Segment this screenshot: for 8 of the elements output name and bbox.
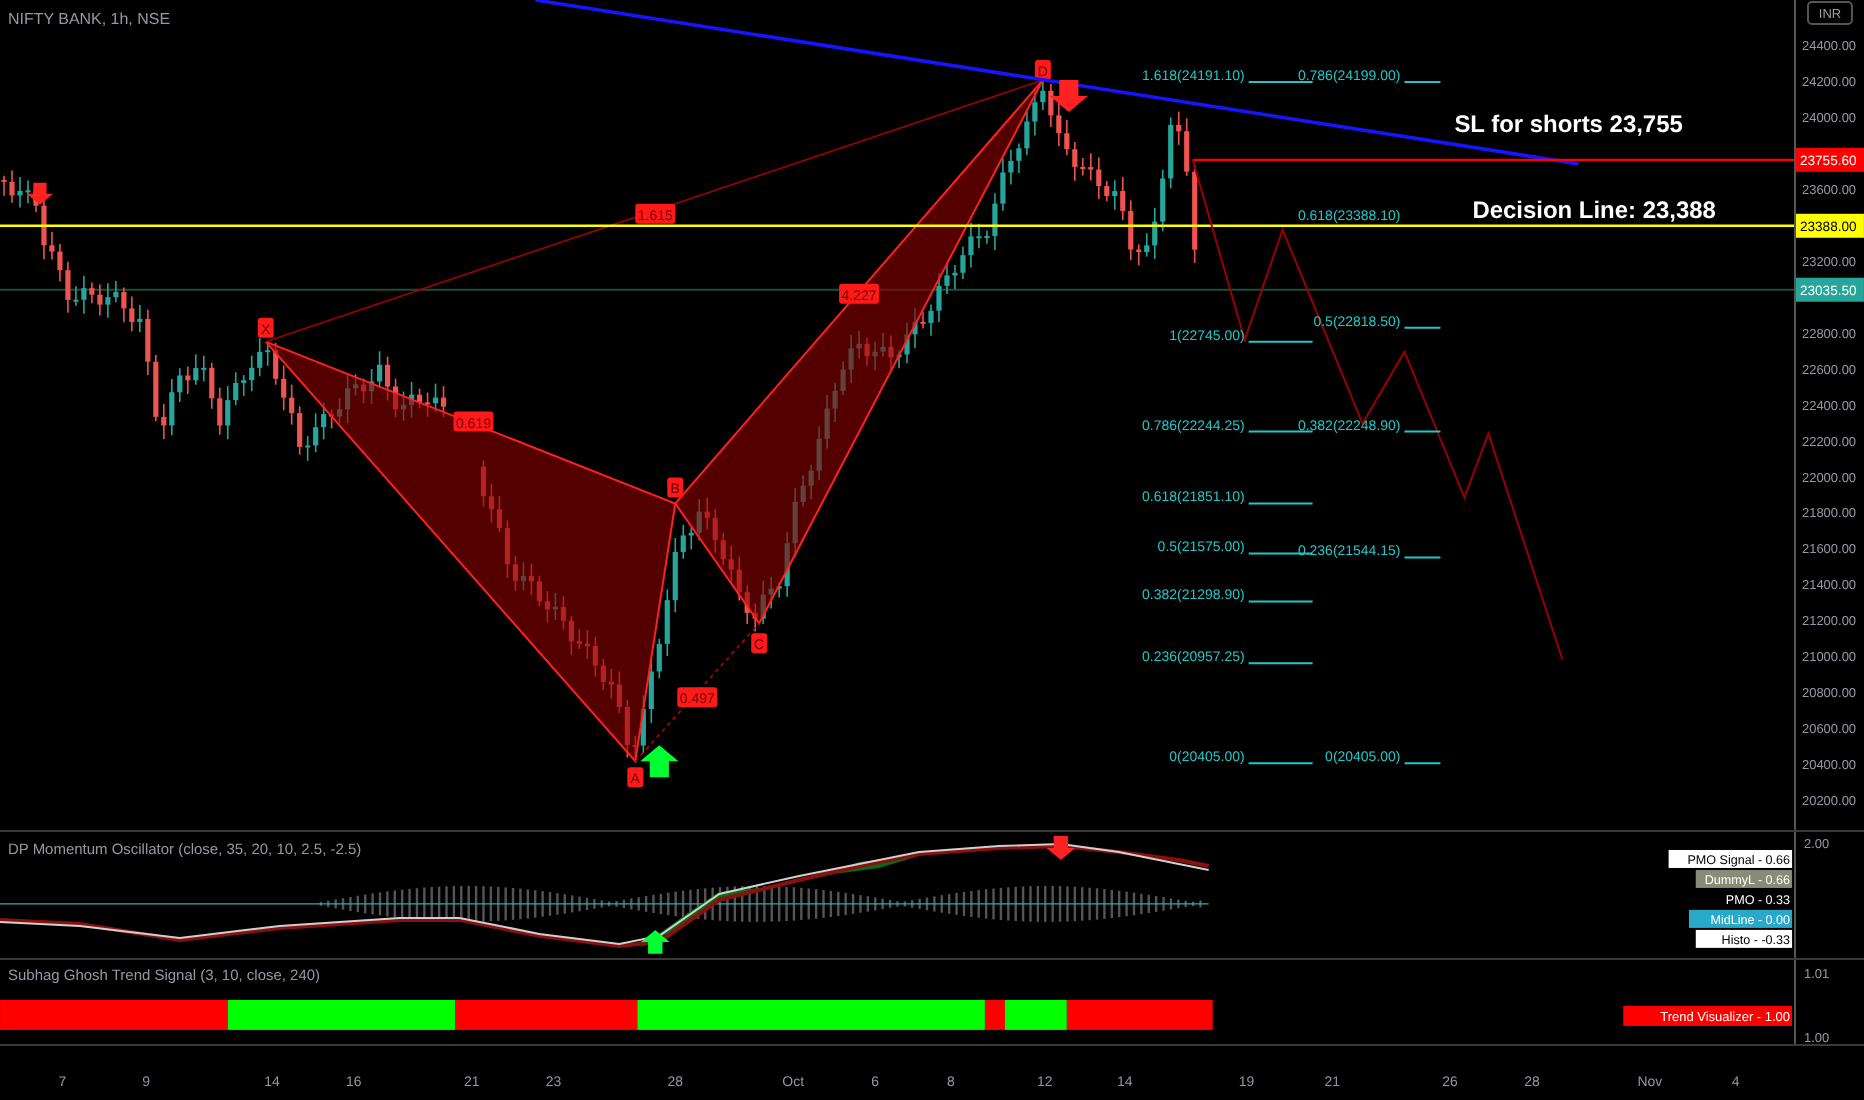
- decision-line-note: Decision Line: 23,388: [1472, 195, 1716, 224]
- down-arrow-icon: [26, 182, 54, 205]
- down-arrow-icon: [1049, 79, 1088, 112]
- up-arrow-icon: [640, 745, 679, 778]
- stop-loss-note: SL for shorts 23,755: [1454, 109, 1683, 138]
- symbol-title: NIFTY BANK, 1h, NSE: [8, 10, 171, 29]
- up-arrow-icon: [640, 929, 670, 954]
- down-arrow-icon: [1046, 835, 1076, 860]
